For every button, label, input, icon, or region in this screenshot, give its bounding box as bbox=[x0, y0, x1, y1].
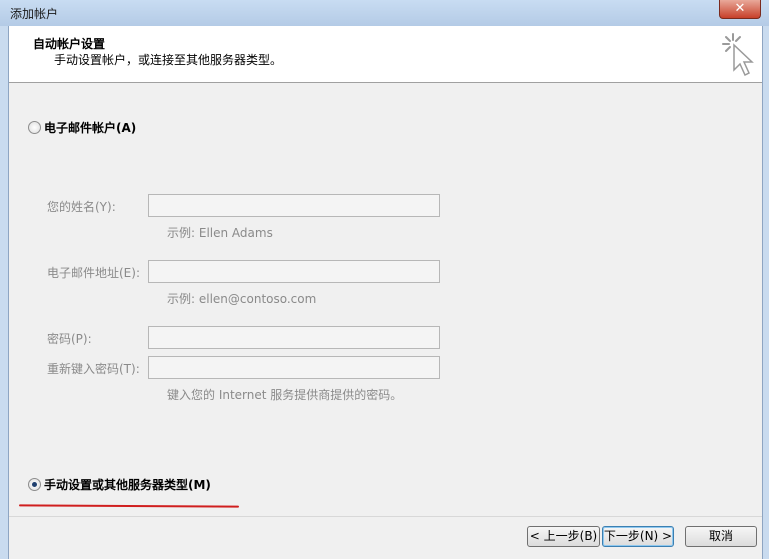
password-label: 密码(P): bbox=[47, 332, 92, 346]
wizard-header: 自动帐户设置 手动设置帐户，或连接至其他服务器类型。 bbox=[9, 26, 762, 83]
name-label: 您的姓名(Y): bbox=[47, 200, 116, 214]
next-button[interactable]: 下一步(N) > bbox=[602, 526, 674, 547]
name-hint: 示例: Ellen Adams bbox=[167, 226, 273, 240]
wizard-sparkle-cursor-icon bbox=[722, 33, 754, 77]
page-title: 自动帐户设置 bbox=[33, 37, 106, 51]
window-title: 添加帐户 bbox=[10, 7, 59, 21]
email-label: 电子邮件地址(E): bbox=[47, 266, 140, 280]
dialog-window: 自动帐户设置 手动设置帐户，或连接至其他服务器类型。 电子邮件帐户(A) 您的姓… bbox=[8, 26, 763, 559]
email-field[interactable] bbox=[148, 260, 440, 283]
footer-divider bbox=[9, 516, 762, 517]
red-annotation-underline bbox=[18, 504, 240, 508]
email-account-label: 电子邮件帐户(A) bbox=[44, 121, 137, 135]
manual-setup-label: 手动设置或其他服务器类型(M) bbox=[44, 478, 211, 492]
back-button[interactable]: < 上一步(B) bbox=[527, 526, 600, 547]
close-button[interactable]: ✕ bbox=[719, 0, 761, 19]
cancel-button[interactable]: 取消 bbox=[685, 526, 757, 547]
password-hint: 键入您的 Internet 服务提供商提供的密码。 bbox=[167, 388, 403, 402]
email-hint: 示例: ellen@contoso.com bbox=[167, 292, 317, 306]
email-account-radio[interactable] bbox=[28, 121, 41, 134]
retype-password-field[interactable] bbox=[148, 356, 440, 379]
manual-setup-radio[interactable] bbox=[28, 478, 41, 491]
name-field[interactable] bbox=[148, 194, 440, 217]
page-subtitle: 手动设置帐户，或连接至其他服务器类型。 bbox=[54, 53, 283, 67]
title-bar: 添加帐户 ✕ bbox=[0, 0, 769, 26]
retype-password-label: 重新键入密码(T): bbox=[47, 362, 140, 376]
password-field[interactable] bbox=[148, 326, 440, 349]
